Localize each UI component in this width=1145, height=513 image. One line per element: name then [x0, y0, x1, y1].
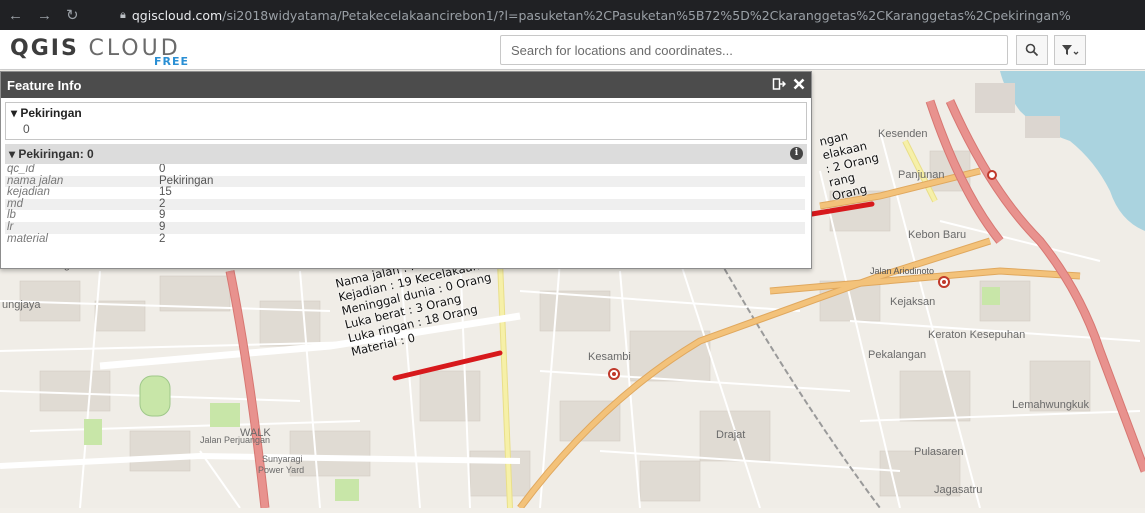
arrow-left-icon[interactable]: ←: [8, 7, 23, 24]
feature-info-header[interactable]: Feature Info: [1, 72, 811, 98]
poi-marker: [987, 170, 997, 180]
map-label-drajat: Drajat: [716, 429, 746, 441]
map-label-pulasaren: Pulasaren: [914, 446, 964, 458]
attr-value: 15: [159, 186, 172, 199]
map-label-lemahwungkuk: Lemahwungkuk: [1012, 399, 1090, 411]
browser-toolbar: ← → ↻ 🔒︎ qgiscloud.com/si2018widyatama/P…: [0, 0, 1145, 30]
close-icon[interactable]: [793, 77, 805, 91]
map-label-sunyaragi: Sunyaragi: [262, 454, 303, 464]
attr-key: lb: [7, 209, 16, 222]
table-row: kejadian 15: [5, 187, 805, 199]
arrow-right-icon[interactable]: →: [37, 7, 52, 24]
address-bar[interactable]: qgiscloud.com/si2018widyatama/Petakecela…: [132, 8, 1071, 23]
reload-icon[interactable]: ↻: [66, 6, 79, 24]
attr-value: 2: [157, 198, 805, 211]
url-path: /si2018widyatama/Petakecelakaancirebon1/…: [222, 7, 1071, 23]
map-label-power-yard: Power Yard: [258, 465, 305, 475]
stadium-park: [139, 375, 171, 417]
search-icon: [1025, 43, 1039, 57]
attr-key: lr: [5, 221, 157, 234]
map-label-keraton-kesepuhan: Keraton Kesepuhan: [928, 329, 1026, 341]
layer-name: ▾ Pekiringan: [11, 106, 82, 120]
filter-icon: [1062, 45, 1079, 55]
poi-marker: [938, 276, 950, 288]
map-label-jagasatru: Jagasatru: [934, 484, 983, 496]
qgis-cloud-logo[interactable]: QGIS CLOUD FREE: [4, 34, 234, 68]
table-row: lb 9: [5, 210, 805, 222]
browser-nav: ← → ↻: [0, 6, 116, 25]
poi-marker: [608, 368, 620, 380]
map-label-ungjaya: ungjaya: [2, 299, 41, 311]
attr-value: Pekiringan: [157, 175, 805, 188]
table-row: md 2: [5, 198, 805, 211]
attr-value: 0: [159, 163, 166, 175]
map-label-kebon-baru: Kebon Baru: [908, 229, 967, 241]
attr-value: 9: [159, 209, 166, 222]
feature-info-title: Feature Info: [7, 77, 82, 93]
layer-value: 0: [23, 122, 30, 136]
dock-icon[interactable]: [772, 77, 786, 91]
map-label-kesenden: Kesenden: [878, 128, 928, 140]
info-icon[interactable]: i: [790, 147, 803, 160]
table-row: lr 9: [5, 221, 805, 234]
map-label-kejaksan: Kejaksan: [890, 296, 936, 308]
layer-result[interactable]: ▾ Pekiringan 0: [5, 102, 807, 140]
attr-key: kejadian: [7, 186, 50, 199]
search-button[interactable]: [1016, 35, 1048, 65]
feature-title: ▾ Pekiringan: 0: [9, 147, 94, 161]
feature-info-panel: Feature Info ▾ Pekiringan 0 ▾ Pekiringan…: [0, 71, 812, 269]
feature-attributes-table: qc_id 0 nama jalan Pekiringan kejadian 15 m…: [5, 163, 805, 246]
map-label-walk: WALK: [240, 427, 271, 439]
logo-free-badge: FREE: [154, 55, 190, 68]
app-header: QGIS CLOUD FREE: [0, 30, 1145, 70]
attr-key: material: [7, 232, 48, 245]
url-host: qgiscloud.com: [131, 7, 223, 23]
map-label-jalan-ariodinoto: Jalan Ariodinoto: [870, 266, 935, 276]
table-row: nama jalan Pekiringan: [5, 175, 805, 188]
map-label-pekalangan: Pekalangan: [868, 349, 927, 361]
attr-value: 2: [159, 232, 166, 245]
search-input[interactable]: [500, 35, 1008, 65]
table-row: qc_id 0: [5, 163, 805, 176]
lock-icon: 🔒︎: [120, 8, 126, 21]
attr-value: 9: [157, 221, 805, 234]
feature-header[interactable]: ▾ Pekiringan: 0 i: [5, 144, 807, 164]
filter-button[interactable]: [1054, 35, 1086, 65]
table-row: material 2: [5, 232, 805, 246]
map-label-panjunan: Panjunan: [898, 169, 945, 181]
attr-key: md: [5, 198, 157, 211]
map-label-kesambi: Kesambi: [588, 351, 631, 363]
attr-key: qc_id: [7, 163, 35, 175]
